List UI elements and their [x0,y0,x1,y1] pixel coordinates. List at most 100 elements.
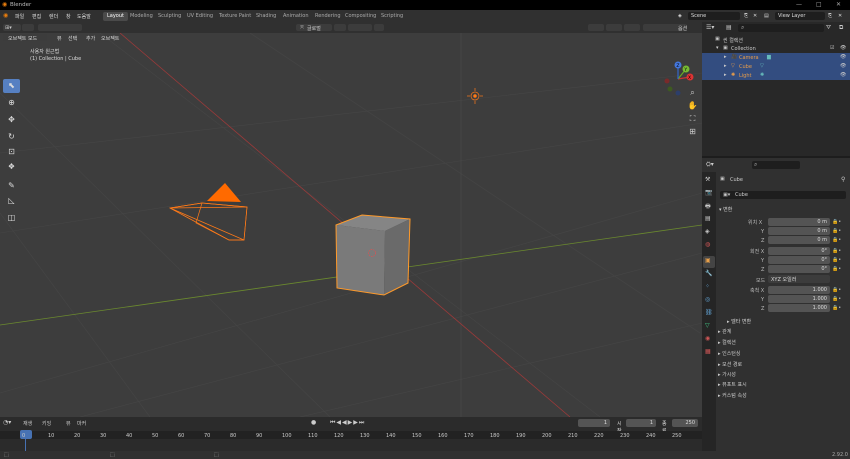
gizmo-visibility-button[interactable] [588,24,604,31]
world-tab-icon[interactable]: ◍ [705,241,710,248]
constraints-tab-icon[interactable]: ⛓ [705,309,713,316]
menu-window[interactable]: 창 [66,13,71,20]
delete-view-layer-icon[interactable]: ✕ [838,13,842,19]
menu-render[interactable]: 렌더 [49,13,58,20]
options-button[interactable]: 옵션 [678,25,687,32]
render-tab-icon[interactable]: 📷 [705,189,712,196]
eye-icon[interactable]: 👁 [840,63,846,69]
particles-tab-icon[interactable]: ⁘ [705,283,710,290]
select-mode-button[interactable] [22,24,34,31]
panel-collections[interactable]: ▸ 컬렉션 [718,339,736,346]
measure-tool-icon[interactable]: ◺ [3,194,20,208]
delta-transform-panel[interactable]: ▸ 델타 변환 [727,318,751,325]
tab-shading[interactable]: Shading [252,12,280,21]
rotation-y-field[interactable]: 0° [768,256,830,264]
3d-viewport[interactable]: 사용자 원근법 (1) Collection | Cube X Y Z ⌕ ✋ … [0,33,702,417]
end-frame-field[interactable]: 250 [672,419,698,427]
camera-view-icon[interactable]: ⛶ [686,112,699,125]
menu-file[interactable]: 파일 [15,13,24,20]
tab-uv-editing[interactable]: UV Editing [183,12,217,21]
timeline-editor-icon[interactable]: ◔▾ [3,419,11,426]
current-frame-field[interactable]: 1 [578,419,610,427]
tab-compositing[interactable]: Compositing [341,12,380,21]
menu-edit[interactable]: 편집 [32,13,41,20]
selection-mode-buttons[interactable] [38,24,82,31]
expand-icon[interactable]: ▸ [724,63,727,69]
lock-icon[interactable]: 🔒• [832,266,841,272]
pan-hand-icon[interactable]: ✋ [686,99,699,112]
minimize-button[interactable]: — [796,1,802,8]
menu-view[interactable]: 뷰 [57,35,62,42]
start-frame-field[interactable]: 1 [626,419,656,427]
outliner-scene-collection[interactable]: ▣ 씬 컬렉션 [702,35,850,44]
tab-rendering[interactable]: Rendering [311,12,345,21]
outliner-item-cube[interactable]: ▸ ▽ Cube ▽ 👁 [702,62,850,71]
scene-tab-icon[interactable]: ◈ [705,228,710,235]
menu-marker[interactable]: 마커 [77,420,86,427]
menu-playback[interactable]: 재생 [23,420,32,427]
data-tab-icon[interactable]: ▽ [705,322,710,329]
texture-tab-icon[interactable]: ▦ [705,348,711,355]
maximize-button[interactable]: □ [816,1,822,8]
lock-icon[interactable]: 🔒• [832,228,841,234]
menu-select[interactable]: 선택 [68,35,77,42]
outliner-item-light[interactable]: ▸ ✺ Light ✺ 👁 [702,71,850,80]
lock-icon[interactable]: 🔒• [832,237,841,243]
playback-controls[interactable]: ⏮◀◀▶▶⏭ [330,419,365,427]
tab-layout[interactable]: Layout [103,12,128,21]
outliner-item-camera[interactable]: ▸ 🎥 Camera ▆ 👁 [702,53,850,62]
modifier-tab-icon[interactable]: 🔧 [705,270,712,277]
eye-icon[interactable]: 👁 [840,45,846,51]
new-view-layer-icon[interactable]: ⎘ [828,13,832,19]
panel-viewport-display[interactable]: ▸ 뷰포트 표시 [718,381,747,388]
lock-icon[interactable]: 🔒• [832,257,841,263]
rotation-z-field[interactable]: 0° [768,265,830,273]
select-tool-icon[interactable]: ⬉ [3,79,20,93]
menu-add[interactable]: 추가 [86,35,95,42]
new-scene-icon[interactable]: ⎘ [744,13,748,19]
filter-icon[interactable]: ⛛ [826,24,831,32]
outliner[interactable]: ☰▾ ▤ ⌕ ⛛ ⧉ ▣ 씬 컬렉션 ▾ ▣ Collection ☑ 👁 ▸ … [702,22,850,156]
properties-search-input[interactable] [752,161,800,169]
outliner-collection[interactable]: ▾ ▣ Collection ☑ 👁 [702,44,850,53]
checkbox-icon[interactable]: ☑ [830,45,834,51]
lock-icon[interactable]: 🔒• [832,248,841,254]
lock-icon[interactable]: 🔒• [832,287,841,293]
proportional-edit-button[interactable] [374,24,384,31]
menu-help[interactable]: 도움말 [77,13,91,20]
add-cube-tool-icon[interactable]: ◫ [3,211,20,225]
pivot-button[interactable] [334,24,346,31]
rotation-mode-dropdown[interactable]: XYZ 오일러 [768,275,830,283]
panel-visibility[interactable]: ▸ 가시성 [718,371,736,378]
lock-icon[interactable]: 🔒• [832,305,841,311]
blender-menu-icon[interactable]: ◉ [3,12,8,19]
eye-icon[interactable]: 👁 [840,72,846,78]
scale-tool-icon[interactable]: ⊡ [3,145,20,159]
lock-icon[interactable]: 🔒• [832,219,841,225]
panel-instancing[interactable]: ▸ 인스턴싱 [718,350,741,357]
tab-sculpting[interactable]: Sculpting [154,12,185,21]
location-x-field[interactable]: 0 m [768,218,830,226]
menu-timeline-view[interactable]: 뷰 [66,420,71,427]
location-z-field[interactable]: 0 m [768,236,830,244]
panel-relations[interactable]: ▸ 관계 [718,328,731,335]
snap-button[interactable] [348,24,372,31]
cursor-tool-icon[interactable]: ⊕ [3,96,20,110]
view-layer-field[interactable]: View Layer [775,12,825,20]
pin-icon[interactable]: ⚲ [841,176,845,183]
expand-icon[interactable]: ▸ [724,72,727,78]
outliner-editor-icon[interactable]: ☰▾ [706,24,714,31]
scale-z-field[interactable]: 1.000 [768,304,830,312]
new-collection-icon[interactable]: ⧉ [839,24,843,32]
ortho-grid-icon[interactable]: ⊞ [686,125,699,138]
panel-custom-properties[interactable]: ▸ 커스텀 속성 [718,392,747,399]
tab-animation[interactable]: Animation [279,12,313,21]
physics-tab-icon[interactable]: ◎ [705,296,710,303]
annotate-tool-icon[interactable]: ✎ [3,179,20,193]
close-button[interactable]: ✕ [836,1,841,8]
output-tab-icon[interactable]: 🖶 [705,202,711,212]
scale-y-field[interactable]: 1.000 [768,295,830,303]
scene-field[interactable]: Scene [688,12,740,20]
expand-icon[interactable]: ▾ [716,45,719,51]
outliner-search-input[interactable] [738,24,824,32]
